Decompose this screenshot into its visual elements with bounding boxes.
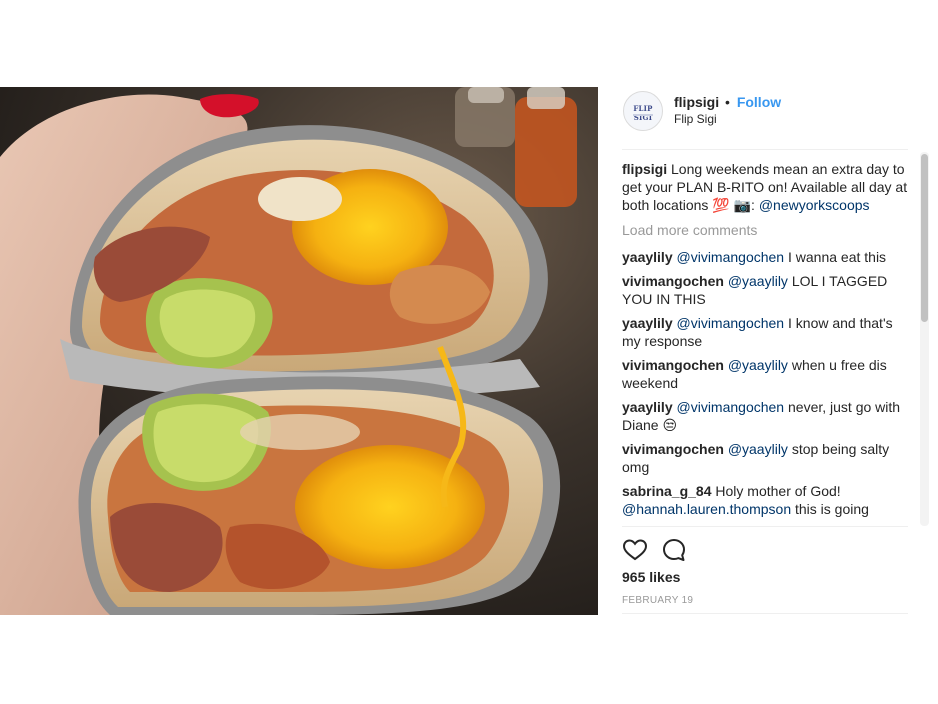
post-sidebar: FLIP SIGI flipsigi • Follow Flip Sigi fl… bbox=[598, 87, 938, 615]
post-location[interactable]: Flip Sigi bbox=[674, 112, 717, 126]
comment-mention[interactable]: @vivimangochen bbox=[677, 249, 785, 265]
divider bbox=[622, 613, 908, 614]
comment-text: Holy mother of God! bbox=[715, 483, 841, 499]
comment-text: this is going bbox=[791, 501, 869, 517]
comment-username[interactable]: yaaylily bbox=[622, 315, 673, 331]
post-date: FEBRUARY 19 bbox=[622, 595, 694, 606]
list-item: vivimangochen @yaaylily when u free dis … bbox=[622, 356, 912, 392]
caption: flipsigi Long weekends mean an extra day… bbox=[622, 160, 912, 214]
comment-mention[interactable]: @yaaylily bbox=[728, 441, 788, 457]
burrito-photo-image bbox=[0, 87, 598, 615]
header-line: flipsigi • Follow bbox=[674, 93, 781, 111]
list-item: yaaylily @vivimangochen never, just go w… bbox=[622, 398, 912, 434]
follow-button[interactable]: Follow bbox=[737, 94, 781, 110]
comment-mention[interactable]: @yaaylily bbox=[728, 273, 788, 289]
comment-mention[interactable]: @vivimangochen bbox=[677, 399, 785, 415]
caption-mention[interactable]: @newyorkscoops bbox=[759, 197, 870, 213]
separator-dot: • bbox=[725, 94, 730, 110]
post-header: FLIP SIGI flipsigi • Follow Flip Sigi bbox=[622, 87, 908, 150]
comment-mention[interactable]: @hannah.lauren.thompson bbox=[622, 501, 791, 517]
list-item: vivimangochen @yaaylily LOL I TAGGED YOU… bbox=[622, 272, 912, 308]
comment-username[interactable]: vivimangochen bbox=[622, 273, 724, 289]
comment-username[interactable]: yaaylily bbox=[622, 399, 673, 415]
comment-text: I wanna eat this bbox=[784, 249, 887, 265]
comment-username[interactable]: sabrina_g_84 bbox=[622, 483, 712, 499]
avatar[interactable]: FLIP SIGI bbox=[623, 91, 663, 131]
load-more-comments-button[interactable]: Load more comments bbox=[622, 221, 912, 239]
heart-icon[interactable] bbox=[622, 537, 648, 563]
post-actions: 965 likes FEBRUARY 19 bbox=[622, 526, 908, 616]
avatar-logo: FLIP SIGI bbox=[633, 104, 653, 122]
comments-scrollbar[interactable] bbox=[920, 152, 929, 526]
list-item: vivimangochen @yaaylily stop being salty… bbox=[622, 440, 912, 476]
comment-mention[interactable]: @vivimangochen bbox=[677, 315, 785, 331]
avatar-logo-underline bbox=[633, 114, 653, 116]
list-item: sabrina_g_84 Holy mother of God! @hannah… bbox=[622, 482, 912, 518]
post-photo[interactable] bbox=[0, 87, 598, 615]
comment-username[interactable]: vivimangochen bbox=[622, 441, 724, 457]
comments-list[interactable]: flipsigi Long weekends mean an extra day… bbox=[622, 160, 912, 526]
list-item: yaaylily @vivimangochen I wanna eat this bbox=[622, 248, 912, 266]
scrollbar-thumb[interactable] bbox=[921, 154, 928, 322]
comment-username[interactable]: vivimangochen bbox=[622, 357, 724, 373]
comment-mention[interactable]: @yaaylily bbox=[728, 357, 788, 373]
likes-count[interactable]: 965 likes bbox=[622, 569, 680, 585]
caption-username[interactable]: flipsigi bbox=[622, 161, 667, 177]
post-username[interactable]: flipsigi bbox=[674, 94, 719, 110]
comment-username[interactable]: yaaylily bbox=[622, 249, 673, 265]
comment-icon[interactable] bbox=[661, 537, 687, 563]
list-item: yaaylily @vivimangochen I know and that'… bbox=[622, 314, 912, 350]
